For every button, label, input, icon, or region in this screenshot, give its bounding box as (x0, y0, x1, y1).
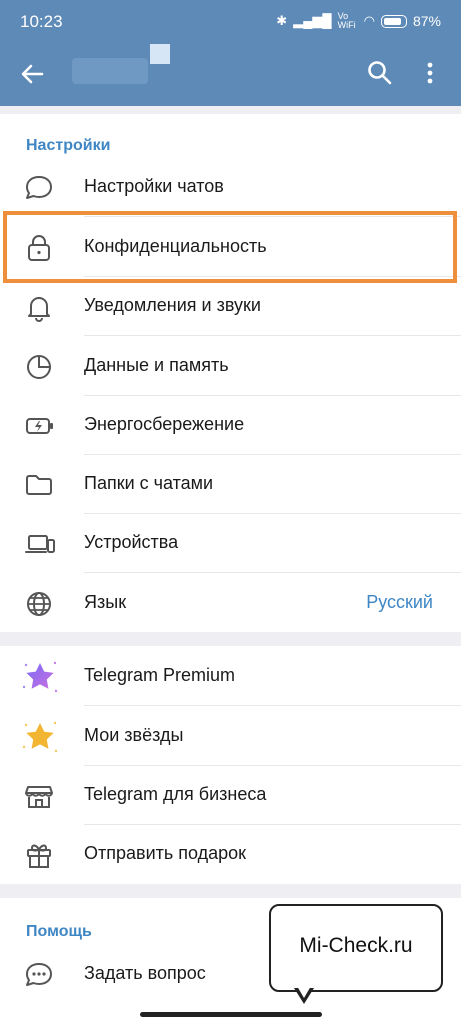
watermark-bubble: Mi-Check.ru (269, 904, 443, 992)
settings-item-business[interactable]: Telegram для бизнеса (0, 766, 461, 825)
status-time: 10:23 (20, 12, 63, 31)
settings-item-send-gift[interactable]: Отправить подарок (0, 825, 461, 884)
settings-item-label: Устройства (84, 532, 179, 552)
settings-item-telegram-premium[interactable]: Telegram Premium (0, 647, 461, 706)
bluetooth-icon: ✱ (276, 13, 288, 28)
app-bar (0, 42, 461, 106)
gift-icon (22, 839, 56, 871)
settings-item-label: Язык (84, 592, 127, 612)
highlight-frame (3, 211, 457, 283)
settings-item-notifications[interactable]: Уведомления и звуки (0, 277, 461, 336)
devices-icon (22, 528, 56, 560)
settings-item-label: Уведомления и звуки (84, 295, 261, 315)
divider (84, 705, 461, 706)
shop-icon (22, 780, 56, 812)
language-value: Русский (366, 592, 433, 612)
settings-item-language[interactable]: Язык Русский (0, 574, 461, 633)
settings-item-label: Telegram Premium (84, 665, 236, 685)
settings-item-label: Отправить подарок (84, 843, 247, 863)
settings-item-label: Папки с чатами (84, 473, 214, 493)
status-bar: 10:23 ✱ ▂▄▆█ Vo WiFi ◠ 87% (0, 0, 461, 42)
settings-item-label: Задать вопрос (84, 963, 206, 983)
globe-icon (22, 588, 56, 620)
section-header-help: Помощь (26, 923, 92, 940)
settings-item-power-saving[interactable]: Энергосбережение (0, 396, 461, 455)
settings-item-data-storage[interactable]: Данные и память (0, 337, 461, 396)
profile-name-blurred (72, 58, 148, 84)
settings-item-chat-folders[interactable]: Папки с чатами (0, 455, 461, 514)
settings-item-label: Энергосбережение (84, 414, 245, 434)
back-arrow-icon[interactable] (16, 58, 48, 90)
settings-item-label: Настройки чатов (84, 176, 224, 196)
pie-chart-icon (22, 351, 56, 383)
wifi-icon: ◠ (363, 13, 375, 28)
settings-item-label: Мои звёзды (84, 725, 184, 745)
settings-section: Настройки Настройки чатов Конфиденциальн… (0, 114, 461, 632)
watermark-text: Mi-Check.ru (299, 934, 413, 957)
divider (84, 572, 461, 573)
status-icons: ✱ ▂▄▆█ Vo WiFi ◠ 87% (276, 12, 441, 30)
settings-item-my-stars[interactable]: Мои звёзды (0, 707, 461, 766)
home-indicator[interactable] (140, 1012, 322, 1017)
settings-item-devices[interactable]: Устройства (0, 514, 461, 573)
divider (84, 335, 461, 336)
network-label: Vo WiFi (337, 11, 356, 30)
battery-icon (380, 14, 407, 28)
gold-star-icon (18, 715, 62, 759)
settings-item-label: Telegram для бизнеса (84, 784, 267, 804)
battery-icon (22, 410, 56, 442)
section-header-settings: Настройки (26, 137, 111, 154)
bell-icon (22, 291, 56, 323)
avatar (150, 44, 170, 64)
chat-bubble-icon (22, 172, 56, 204)
chat-dots-icon (22, 959, 56, 991)
battery-level: 87% (412, 13, 441, 29)
premium-star-icon (18, 655, 62, 699)
bubble-tail-fill (297, 986, 311, 998)
search-icon[interactable] (363, 56, 397, 90)
premium-section: Telegram Premium Мои звёзды Telegram для… (0, 646, 461, 884)
signal-icon: ▂▄▆█ (293, 13, 332, 28)
more-options-icon[interactable] (413, 56, 447, 90)
settings-item-label: Данные и память (84, 355, 229, 375)
settings-item-chat-settings[interactable]: Настройки чатов (0, 158, 461, 217)
folder-icon (22, 469, 56, 501)
